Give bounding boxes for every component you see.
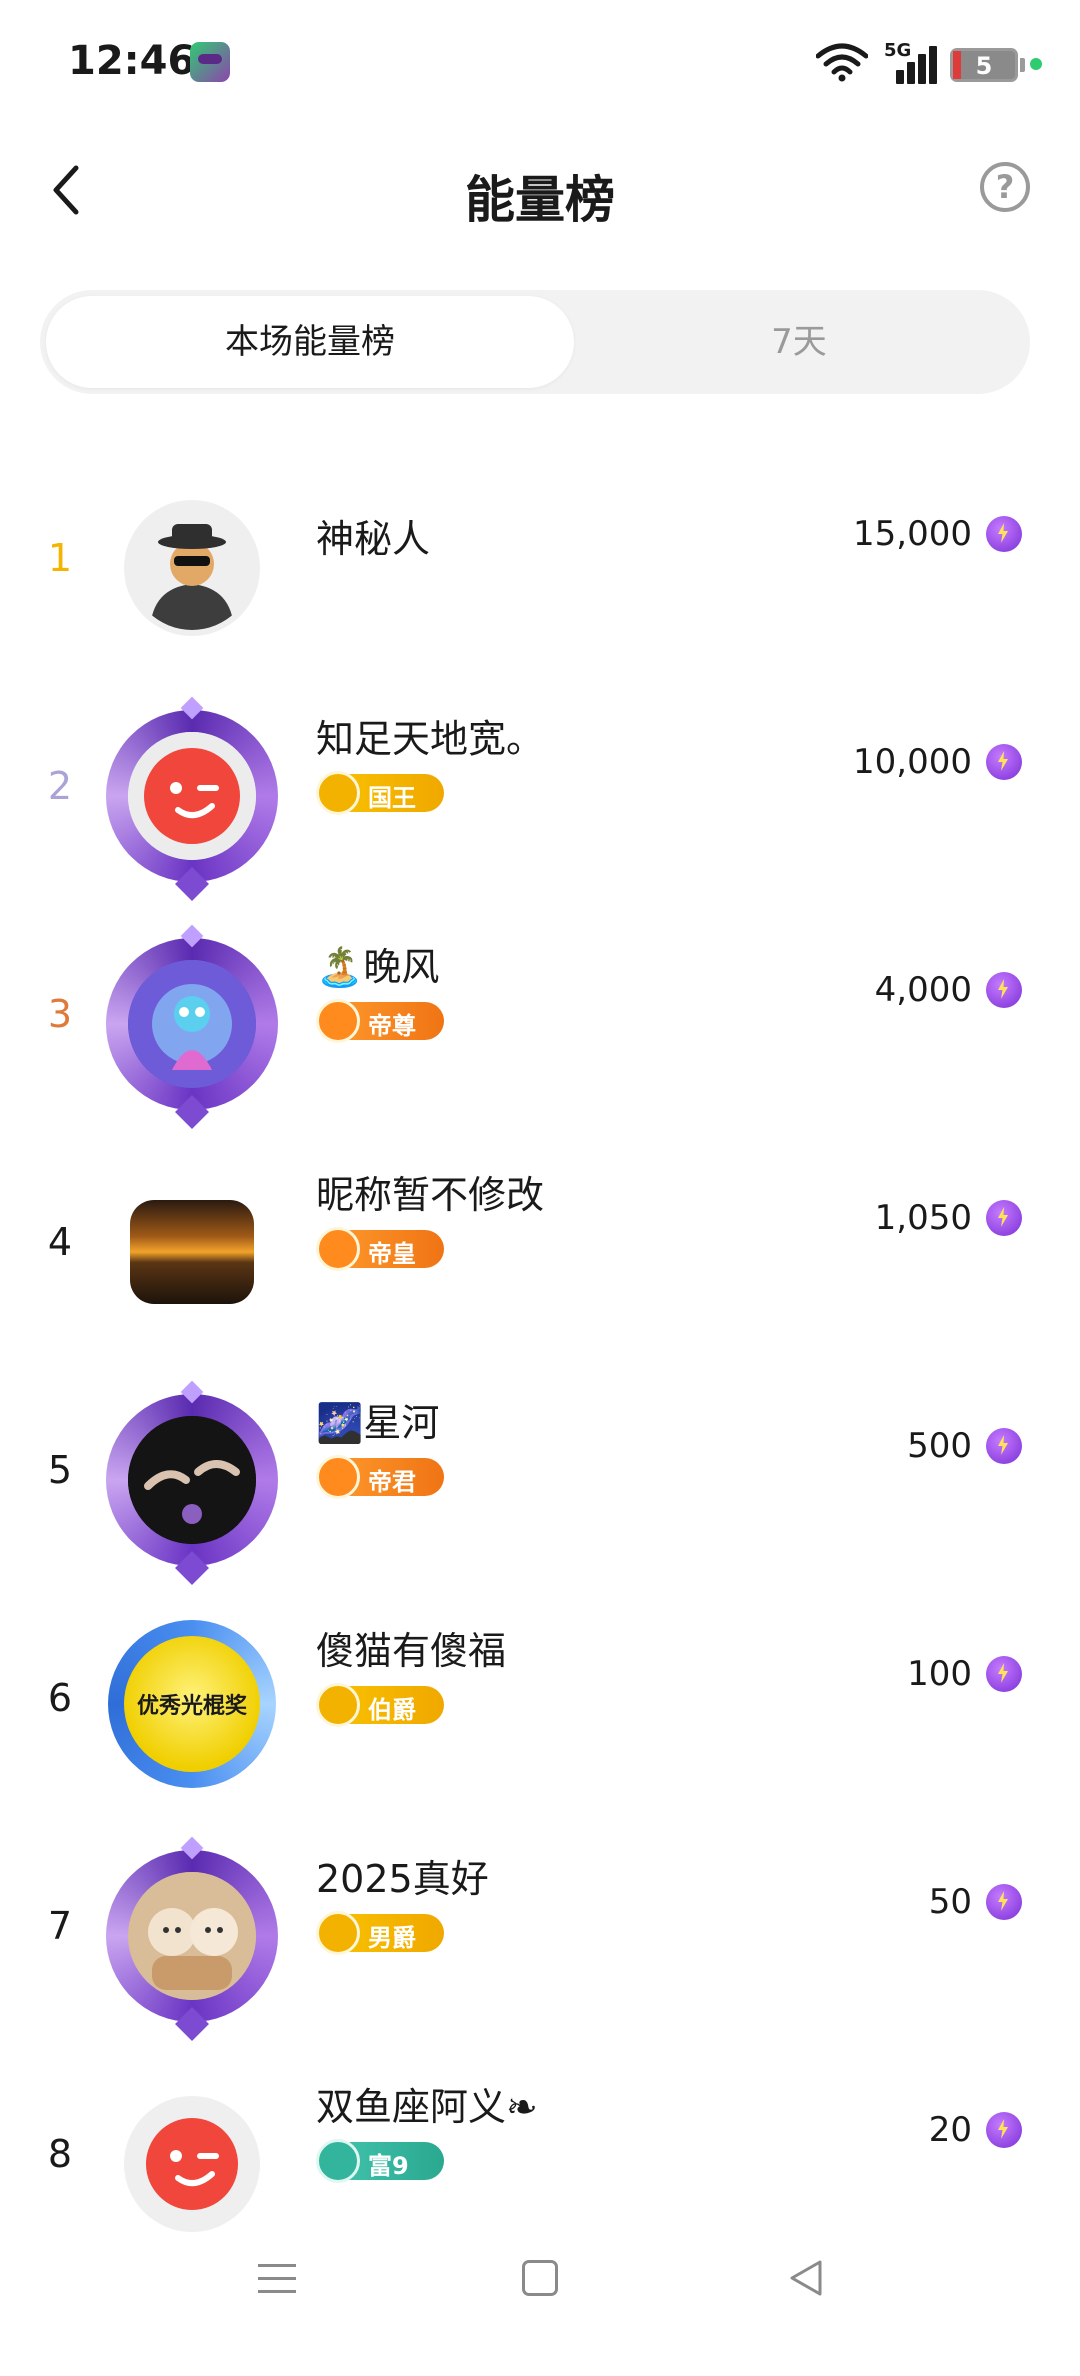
app-notification-icon bbox=[190, 42, 230, 82]
level-badge: 伯爵 bbox=[316, 1683, 444, 1727]
lightning-icon bbox=[986, 1200, 1022, 1236]
tab-current-session[interactable]: 本场能量榜 bbox=[46, 296, 574, 388]
menu-icon[interactable] bbox=[258, 2260, 296, 2296]
level-badge: 帝尊 bbox=[316, 999, 444, 1043]
rank-number: 6 bbox=[47, 1676, 73, 1720]
avatar[interactable] bbox=[104, 2076, 280, 2252]
question-circle-icon[interactable]: ? bbox=[980, 162, 1030, 212]
avatar[interactable] bbox=[104, 936, 280, 1112]
lightning-icon bbox=[986, 1884, 1022, 1920]
lightning-icon bbox=[986, 744, 1022, 780]
energy-score: 50 bbox=[928, 1882, 972, 1922]
user-name: 昵称暂不修改 bbox=[316, 1173, 545, 1217]
user-name: 神秘人 bbox=[316, 517, 431, 561]
avatar[interactable] bbox=[104, 480, 280, 656]
plush-dolls-icon bbox=[128, 1872, 256, 2000]
energy-score: 10,000 bbox=[853, 742, 972, 782]
ranking-row[interactable]: 5 🌌星河 帝君 500 bbox=[0, 1372, 1080, 1600]
diamond-badge-icon bbox=[316, 1683, 360, 1727]
user-name: 知足天地宽。 bbox=[316, 717, 545, 761]
tab-7-days[interactable]: 7天 bbox=[574, 296, 1024, 388]
user-name: 🏝️晚风 bbox=[316, 945, 440, 989]
dark-hands-icon bbox=[128, 1416, 256, 1544]
lightning-icon bbox=[986, 2112, 1022, 2148]
avatar[interactable] bbox=[104, 708, 280, 884]
privacy-dot bbox=[1030, 58, 1042, 70]
lightning-icon bbox=[986, 1428, 1022, 1464]
home-icon[interactable] bbox=[522, 2260, 558, 2296]
rank-number: 7 bbox=[47, 1904, 73, 1948]
back-triangle-icon[interactable] bbox=[786, 2258, 826, 2298]
battery-level: 5 bbox=[975, 52, 993, 80]
avatar[interactable] bbox=[104, 1848, 280, 2024]
energy-score: 4,000 bbox=[874, 970, 972, 1010]
ranking-row[interactable]: 3 🏝️晚风 帝尊 4,000 bbox=[0, 916, 1080, 1144]
crown-icon bbox=[316, 771, 360, 815]
rank-number: 2 bbox=[47, 764, 73, 808]
user-name: 双鱼座阿义❧ bbox=[316, 2085, 538, 2129]
lightning-icon bbox=[986, 516, 1022, 552]
level-badge: 帝君 bbox=[316, 1455, 444, 1499]
red-wink-face-icon bbox=[128, 732, 256, 860]
avatar[interactable]: 优秀光棍奖 bbox=[104, 1620, 280, 1796]
lightning-icon bbox=[986, 1656, 1022, 1692]
ranking-row[interactable]: 4 昵称暂不修改 帝皇 1,050 bbox=[0, 1144, 1080, 1372]
energy-score: 1,050 bbox=[874, 1198, 972, 1238]
level-badge: 帝皇 bbox=[316, 1227, 444, 1271]
wifi-icon bbox=[816, 43, 868, 82]
user-name: 🌌星河 bbox=[316, 1401, 440, 1445]
avatar-caption: 优秀光棍奖 bbox=[136, 1693, 247, 1719]
ranking-row[interactable]: 6 优秀光棍奖 傻猫有傻福 伯爵 100 bbox=[0, 1600, 1080, 1828]
battery-icon: 5 bbox=[950, 48, 1018, 82]
status-bar: 12:46 5G 5 bbox=[0, 0, 1080, 120]
rank-number: 5 bbox=[47, 1448, 73, 1492]
double-chevron-icon bbox=[316, 1455, 360, 1499]
fairy-character-icon bbox=[128, 960, 256, 1088]
system-nav-bar bbox=[0, 2230, 1080, 2350]
energy-score: 100 bbox=[907, 1654, 972, 1694]
triangle-badge-icon bbox=[316, 2139, 360, 2183]
diamond-badge-icon bbox=[316, 1911, 360, 1955]
user-name: 2025真好 bbox=[316, 1857, 489, 1901]
rank-number: 3 bbox=[47, 992, 73, 1036]
user-name: 傻猫有傻福 bbox=[316, 1629, 507, 1673]
status-time: 12:46 bbox=[68, 38, 196, 84]
energy-score: 20 bbox=[928, 2110, 972, 2150]
level-badge: 国王 bbox=[316, 771, 444, 815]
signal-badge-icon bbox=[316, 1227, 360, 1271]
battery-tip bbox=[1020, 58, 1025, 72]
rank-number: 1 bbox=[47, 536, 73, 580]
energy-score: 500 bbox=[907, 1426, 972, 1466]
red-wink-face-icon bbox=[128, 2100, 256, 2228]
mystery-person-icon bbox=[130, 506, 254, 630]
lightning-icon bbox=[986, 972, 1022, 1008]
signal-icon bbox=[886, 46, 937, 84]
ranking-row[interactable]: 1 神秘人 15,000 bbox=[0, 460, 1080, 688]
energy-score: 15,000 bbox=[853, 514, 972, 554]
rank-number: 8 bbox=[47, 2132, 73, 2176]
rank-number: 4 bbox=[47, 1220, 73, 1264]
level-badge: 富9 bbox=[316, 2139, 444, 2183]
award-yellow-icon: 优秀光棍奖 bbox=[124, 1636, 260, 1772]
level-badge: 男爵 bbox=[316, 1911, 444, 1955]
ranking-row[interactable]: 2 知足天地宽。 国王 10,000 bbox=[0, 688, 1080, 916]
sunset-lake-icon bbox=[130, 1200, 254, 1304]
page-title: 能量榜 bbox=[465, 171, 615, 229]
ranking-row[interactable]: 7 2025真好 男爵 50 bbox=[0, 1828, 1080, 2056]
avatar[interactable] bbox=[104, 1392, 280, 1568]
chevron-badge-icon bbox=[316, 999, 360, 1043]
tab-bar: 本场能量榜 7天 bbox=[40, 290, 1030, 394]
header: 能量榜 ? bbox=[0, 130, 1080, 250]
avatar[interactable] bbox=[104, 1164, 280, 1340]
